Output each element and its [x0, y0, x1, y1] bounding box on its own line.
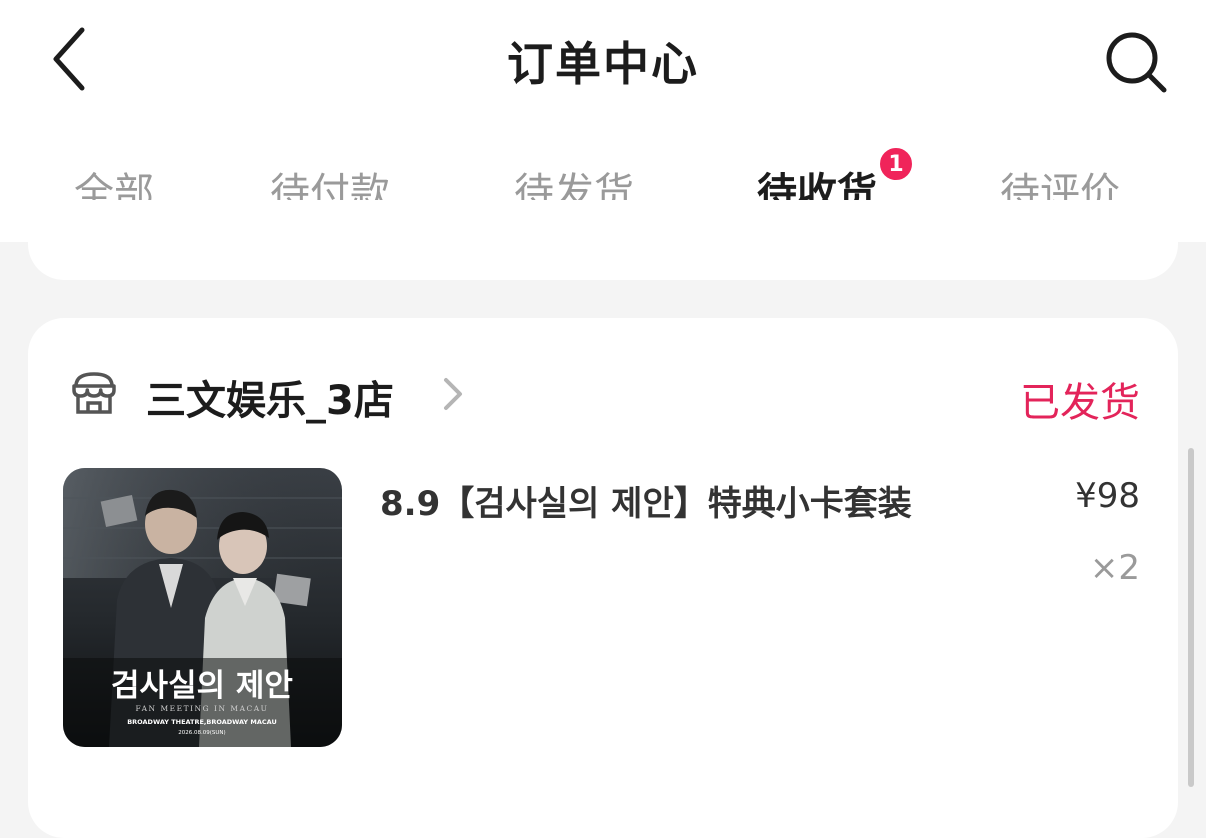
product-quantity: ×2 — [1089, 548, 1140, 588]
thumbnail-date: 2026.08.09(SUN) — [178, 730, 225, 736]
product-price: ¥98 — [1075, 476, 1140, 516]
order-status: 已发货 — [1020, 380, 1140, 426]
previous-order-card — [28, 200, 1178, 280]
back-button[interactable] — [40, 24, 100, 94]
thumbnail-subline: FAN MEETING IN MACAU — [136, 704, 269, 713]
thumbnail-venue: BROADWAY THEATRE,BROADWAY MACAU — [127, 718, 277, 726]
shop-name[interactable]: 三文娱乐_3店 — [146, 368, 394, 426]
product-thumbnail[interactable]: 검사실의 제안 FAN MEETING IN MACAU BROADWAY TH… — [63, 468, 342, 747]
search-icon — [1106, 32, 1167, 93]
chevron-right-icon[interactable] — [440, 374, 466, 414]
tab-badge: 1 — [878, 146, 914, 182]
search-button[interactable] — [1096, 24, 1176, 100]
scrollbar[interactable] — [1188, 448, 1194, 787]
product-title[interactable]: 8.9【검사실의 제안】特典小卡套装 — [380, 476, 912, 525]
thumbnail-headline: 검사실의 제안 — [111, 668, 293, 704]
store-icon — [72, 372, 116, 414]
chevron-left-icon — [53, 27, 85, 91]
